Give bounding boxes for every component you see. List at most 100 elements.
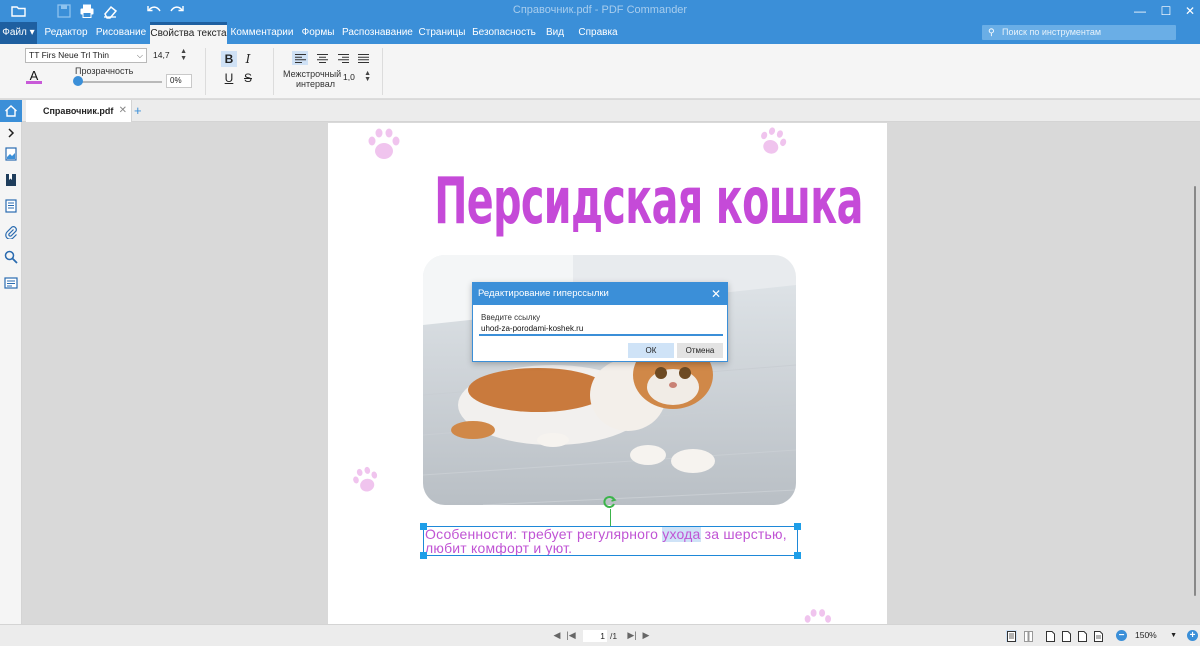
font-family-select[interactable]: TT Firs Neue Trl Thin ⌵	[25, 48, 147, 63]
pages-icon[interactable]	[4, 199, 18, 213]
dialog-close-button[interactable]: ✕	[711, 283, 721, 305]
tab-editor[interactable]: Редактор	[42, 22, 90, 44]
text-properties-ribbon: TT Firs Neue Trl Thin ⌵ 14,7 ▲ ▼ A Прозра…	[0, 44, 1200, 99]
open-folder-icon[interactable]	[11, 3, 27, 19]
total-pages: /1	[610, 631, 618, 641]
align-right-icon	[337, 53, 349, 63]
bold-button[interactable]: B	[221, 51, 237, 67]
opacity-value-field[interactable]: 0%	[166, 74, 192, 88]
tab-security[interactable]: Безопасность	[472, 22, 536, 44]
print-icon[interactable]	[79, 3, 95, 19]
align-center-button[interactable]	[314, 51, 330, 65]
page-icon	[1078, 630, 1087, 642]
file-menu-button[interactable]: Файл ▾	[0, 22, 37, 44]
paw-print-icon	[353, 466, 378, 492]
two-page-view-button[interactable]	[1023, 630, 1034, 642]
opacity-slider-track[interactable]	[78, 81, 162, 83]
expand-chevron-icon[interactable]	[4, 126, 18, 140]
next-page-button[interactable]: ▶	[640, 630, 652, 641]
minimize-button[interactable]: —	[1126, 0, 1154, 22]
page-view-button-2[interactable]	[1061, 630, 1072, 642]
cancel-button[interactable]: Отмена	[677, 343, 723, 358]
single-page-icon	[1007, 630, 1016, 642]
italic-button[interactable]: I	[240, 51, 256, 67]
ribbon-divider	[205, 48, 206, 95]
thumbnails-icon[interactable]	[4, 147, 18, 161]
page-icon	[1062, 630, 1071, 642]
opacity-slider-handle[interactable]	[73, 76, 83, 86]
home-icon	[5, 105, 17, 117]
rotate-connector	[610, 509, 611, 526]
close-tab-icon[interactable]: ✕	[119, 100, 127, 122]
resize-handle-top-right[interactable]	[794, 523, 801, 530]
rotate-handle[interactable]	[603, 495, 617, 509]
title-bar: Справочник.pdf - PDF Commander — ☐ ✕	[0, 0, 1200, 22]
document-workspace: Персидская кошка Особенности: требует ре…	[23, 123, 1200, 624]
current-page-input[interactable]: 1	[583, 630, 607, 642]
tab-comments[interactable]: Комментарии	[230, 22, 294, 44]
align-right-button[interactable]	[335, 51, 351, 65]
text-selection-frame[interactable]	[420, 523, 801, 559]
single-page-view-button[interactable]	[1006, 630, 1017, 642]
search-icon[interactable]	[4, 250, 18, 264]
zoom-out-button[interactable]: −	[1116, 630, 1127, 641]
undo-icon[interactable]	[146, 3, 162, 19]
resize-handle-top-left[interactable]	[420, 523, 427, 530]
last-page-button[interactable]: ▶|	[626, 630, 638, 641]
eraser-icon[interactable]	[102, 3, 118, 19]
first-page-button[interactable]: |◀	[565, 630, 577, 641]
tab-text-properties[interactable]: Свойства текста	[150, 22, 227, 44]
spin-arrows-icon[interactable]: ▲ ▼	[180, 48, 187, 62]
line-spacing-stepper[interactable]: 1,0 ▲ ▼	[341, 70, 371, 85]
document-tab[interactable]: Справочник.pdf ✕	[26, 100, 132, 122]
vertical-scrollbar[interactable]	[1194, 186, 1196, 596]
zoom-in-button[interactable]: +	[1187, 630, 1198, 641]
close-window-button[interactable]: ✕	[1176, 0, 1200, 22]
tool-search-input[interactable]: ⚲ Поиск по инструментам	[982, 25, 1176, 40]
align-left-button[interactable]	[292, 51, 308, 65]
page-view-button-1[interactable]	[1045, 630, 1056, 642]
document-tabs: Справочник.pdf ✕ +	[0, 100, 1200, 122]
spin-arrows-icon[interactable]: ▲ ▼	[364, 70, 371, 83]
two-page-icon	[1024, 630, 1033, 642]
align-justify-button[interactable]	[355, 51, 371, 65]
layers-icon[interactable]	[4, 276, 18, 290]
text-color-button[interactable]: A	[26, 68, 42, 84]
font-size-stepper[interactable]: 14,7 ▲ ▼	[151, 48, 187, 63]
ok-button[interactable]: ОК	[628, 343, 674, 358]
tab-view[interactable]: Вид	[541, 22, 569, 44]
page-text-icon	[1094, 630, 1103, 642]
strikethrough-button[interactable]: S	[240, 70, 256, 86]
page-view-button-3[interactable]	[1077, 630, 1088, 642]
tab-forms[interactable]: Формы	[298, 22, 338, 44]
tab-drawing[interactable]: Рисование	[94, 22, 148, 44]
edit-hyperlink-dialog: Редактирование гиперссылки ✕ Введите ссы…	[472, 282, 728, 362]
chevron-down-icon: ▼	[1170, 632, 1177, 639]
document-title[interactable]: Персидская кошка	[434, 165, 863, 239]
zoom-level-select[interactable]: 150% ▼	[1133, 629, 1179, 642]
home-button[interactable]	[0, 100, 22, 122]
link-label: Введите ссылку	[481, 313, 541, 322]
ribbon-divider	[382, 48, 383, 95]
tab-help[interactable]: Справка	[574, 22, 622, 44]
line-spacing-label: Межстрочный интервал	[283, 69, 342, 89]
search-icon: ⚲	[988, 27, 995, 37]
status-bar: ◀ |◀ 1 /1 ▶| ▶ − 150% ▼ +	[0, 624, 1200, 646]
tab-pages[interactable]: Страницы	[416, 22, 468, 44]
attachments-icon[interactable]	[4, 225, 18, 239]
page-view-button-4[interactable]	[1093, 630, 1104, 642]
align-justify-icon	[357, 53, 369, 63]
redo-icon[interactable]	[169, 3, 185, 19]
align-center-icon	[316, 53, 328, 63]
dialog-title-bar[interactable]: Редактирование гиперссылки ✕	[473, 283, 727, 305]
previous-page-button[interactable]: ◀	[551, 630, 563, 641]
pdf-page[interactable]: Персидская кошка Особенности: требует ре…	[328, 123, 887, 624]
add-tab-button[interactable]: +	[134, 100, 142, 122]
underline-button[interactable]: U	[221, 70, 237, 86]
bookmarks-icon[interactable]	[4, 173, 18, 187]
link-url-input[interactable]	[479, 323, 723, 336]
tab-recognition[interactable]: Распознавание	[342, 22, 413, 44]
resize-handle-bottom-right[interactable]	[794, 552, 801, 559]
resize-handle-bottom-left[interactable]	[420, 552, 427, 559]
save-icon[interactable]	[56, 3, 72, 19]
